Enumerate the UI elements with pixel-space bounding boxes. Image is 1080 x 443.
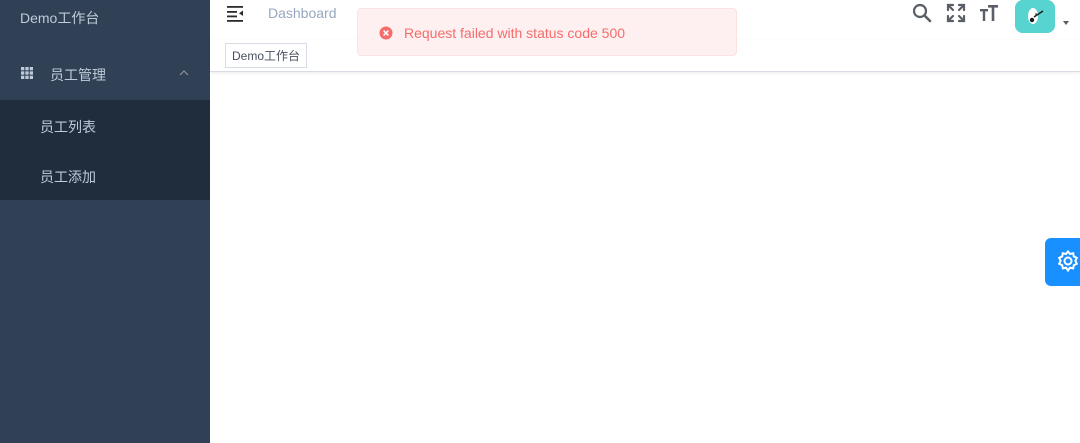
sidebar-title[interactable]: Demo工作台 — [20, 8, 99, 28]
avatar-image — [1015, 0, 1055, 33]
sidebar: Demo工作台 员工管理 员工列表 员工添加 — [0, 0, 210, 443]
sidebar-menu-label: 员工管理 — [50, 67, 106, 83]
search-icon[interactable] — [912, 3, 932, 23]
grid-icon — [21, 67, 33, 79]
error-toast: Request failed with status code 500 — [357, 8, 737, 56]
sidebar-item-employee-add[interactable]: 员工添加 — [0, 150, 210, 200]
sidebar-submenu: 员工列表 员工添加 — [0, 100, 210, 200]
font-size-icon[interactable] — [979, 3, 999, 23]
tag-item[interactable]: Demo工作台 — [225, 43, 308, 68]
sidebar-item-label: 员工添加 — [40, 169, 96, 185]
sidebar-item-employee-list[interactable]: 员工列表 — [0, 100, 210, 150]
settings-button[interactable] — [1045, 238, 1080, 286]
caret-down-icon[interactable] — [1062, 20, 1070, 26]
avatar[interactable] — [1015, 0, 1055, 33]
sidebar-menu-employee-management[interactable]: 员工管理 — [0, 50, 210, 100]
chevron-up-icon — [179, 70, 189, 76]
breadcrumb[interactable]: Dashboard — [268, 5, 337, 21]
error-icon — [379, 26, 393, 40]
sidebar-item-label: 员工列表 — [40, 119, 96, 135]
error-message: Request failed with status code 500 — [404, 25, 626, 41]
fullscreen-icon[interactable] — [946, 3, 966, 23]
gear-icon — [1057, 250, 1079, 272]
hamburger-icon[interactable] — [226, 4, 244, 22]
